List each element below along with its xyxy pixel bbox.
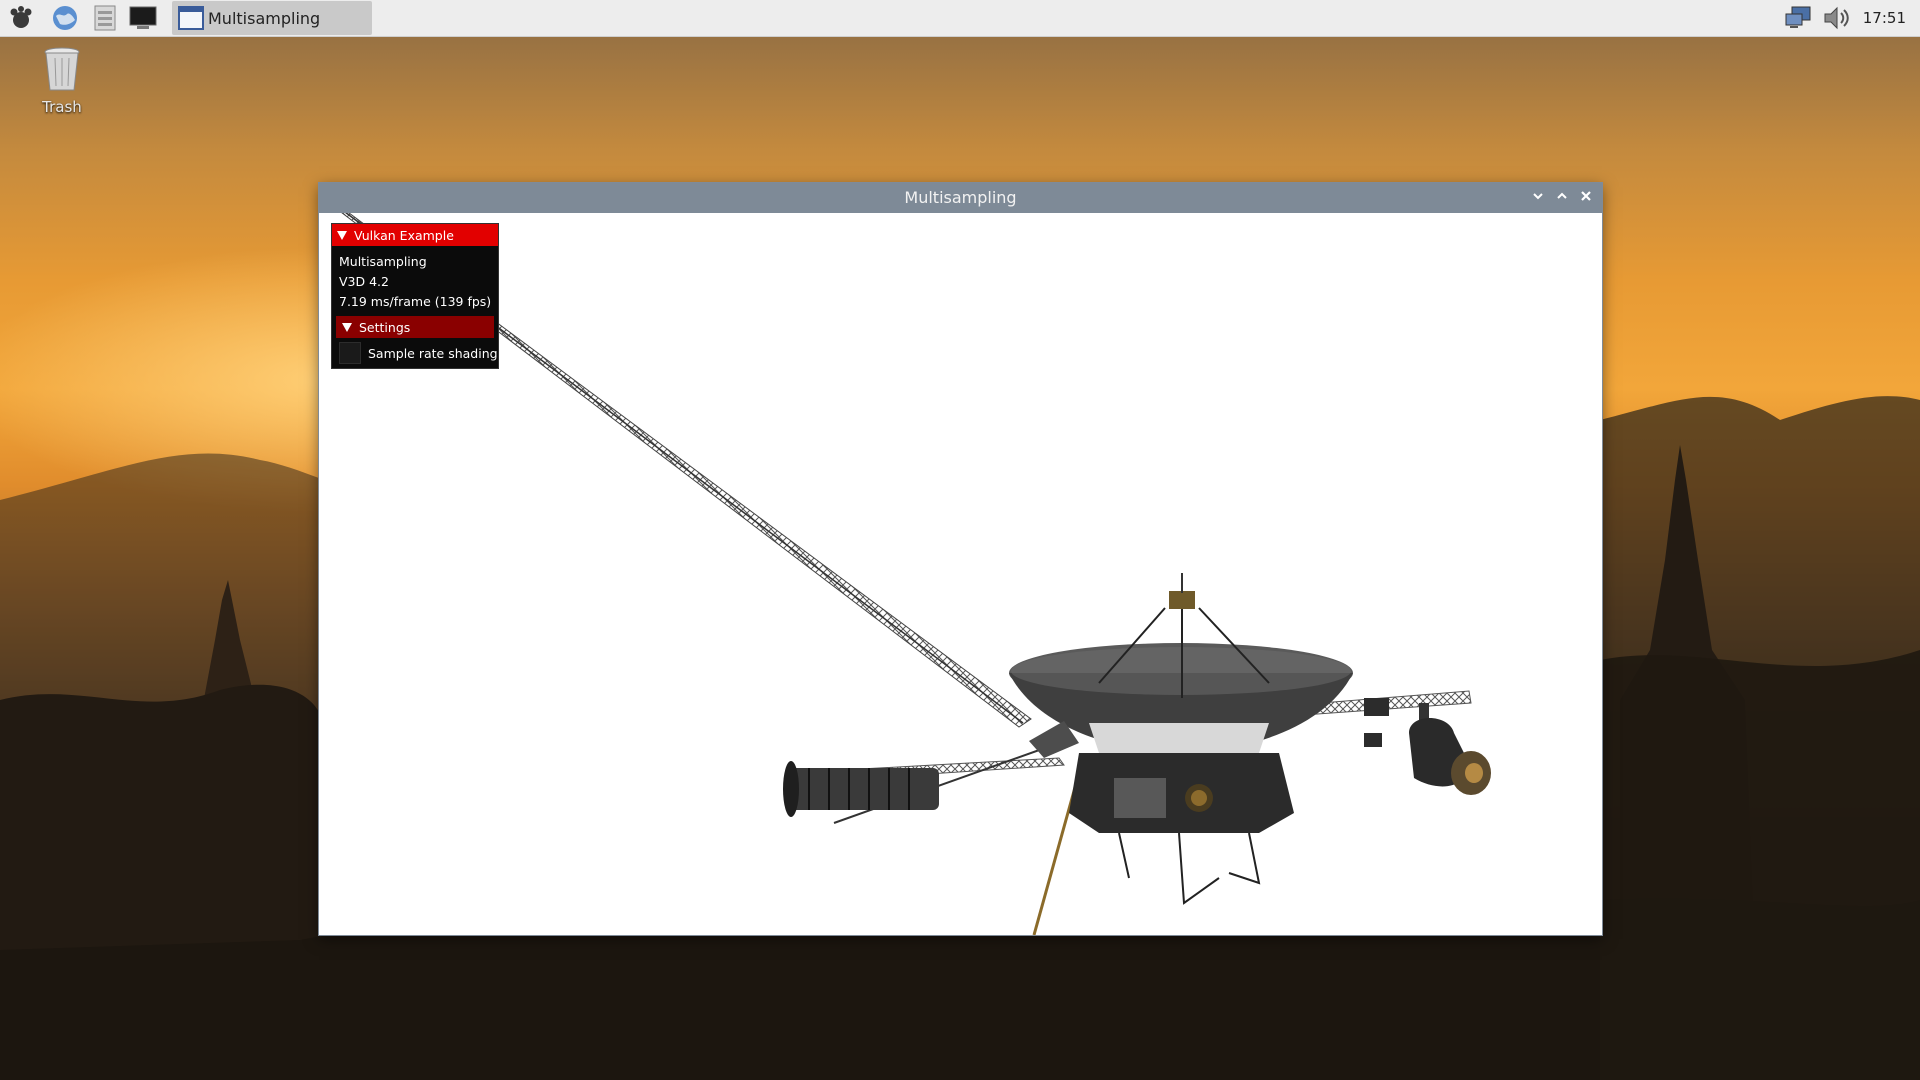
file-manager-icon[interactable] bbox=[90, 3, 120, 33]
sample-rate-shading-label: Sample rate shading bbox=[368, 345, 498, 361]
trash-desktop-icon[interactable]: Trash bbox=[30, 46, 94, 116]
overlay-frame-time: 7.19 ms/frame (139 fps) bbox=[339, 294, 492, 309]
sample-rate-shading-row[interactable]: Sample rate shading bbox=[332, 342, 498, 364]
terminal-icon[interactable] bbox=[128, 3, 158, 33]
raspberry-menu-icon[interactable] bbox=[6, 3, 36, 33]
trash-label: Trash bbox=[42, 98, 82, 116]
taskbar-window-label: Multisampling bbox=[208, 8, 321, 28]
trash-icon bbox=[44, 47, 80, 91]
clock[interactable]: 17:51 bbox=[1863, 9, 1906, 27]
collapse-triangle-icon bbox=[337, 230, 347, 240]
voyager-spacecraft-render bbox=[341, 213, 1491, 935]
volume-icon[interactable] bbox=[1822, 3, 1852, 33]
taskbar-window-button[interactable]: Multisampling bbox=[172, 1, 372, 35]
network-icon[interactable] bbox=[1784, 3, 1814, 33]
minimize-button[interactable] bbox=[1529, 189, 1547, 207]
overlay-header[interactable]: Vulkan Example bbox=[332, 224, 498, 246]
chevron-up-icon bbox=[1557, 192, 1567, 199]
collapse-triangle-icon bbox=[342, 322, 352, 332]
web-browser-icon[interactable] bbox=[50, 3, 80, 33]
overlay-gpu-name: V3D 4.2 bbox=[339, 274, 389, 289]
render-viewport[interactable]: Vulkan Example Multisampling V3D 4.2 7.1… bbox=[319, 213, 1602, 935]
app-window-icon bbox=[178, 6, 204, 30]
window-title: Multisampling bbox=[904, 188, 1017, 207]
vulkan-overlay-panel[interactable]: Vulkan Example Multisampling V3D 4.2 7.1… bbox=[331, 223, 499, 369]
settings-header[interactable]: Settings bbox=[336, 316, 494, 338]
maximize-button[interactable] bbox=[1553, 189, 1571, 207]
sample-rate-shading-checkbox[interactable] bbox=[339, 342, 361, 364]
window-titlebar[interactable]: Multisampling bbox=[319, 183, 1602, 213]
chevron-down-icon bbox=[1533, 193, 1543, 200]
close-icon bbox=[1581, 191, 1591, 201]
overlay-header-label: Vulkan Example bbox=[354, 227, 454, 243]
settings-header-label: Settings bbox=[359, 319, 411, 335]
taskbar: Multisampling 17:51 bbox=[0, 0, 1920, 37]
app-window: Multisampling Vulkan Example Multisampli… bbox=[319, 183, 1602, 935]
overlay-example-name: Multisampling bbox=[339, 254, 427, 269]
close-button[interactable] bbox=[1577, 189, 1595, 207]
